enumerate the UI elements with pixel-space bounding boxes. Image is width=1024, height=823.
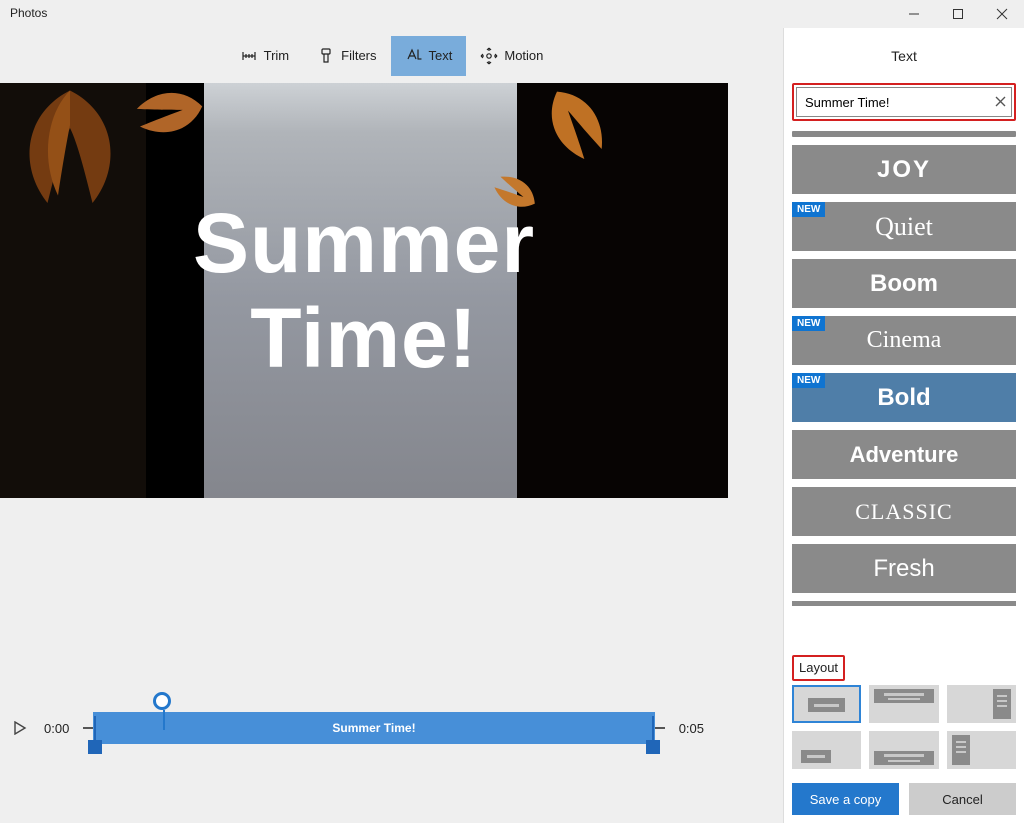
- time-end: 0:05: [679, 721, 704, 736]
- layout-option-bottom-wide[interactable]: [869, 731, 938, 769]
- clip-handle-right[interactable]: [646, 716, 660, 754]
- cancel-button[interactable]: Cancel: [909, 783, 1016, 815]
- trim-label: Trim: [264, 48, 290, 63]
- tool-toolbar: Trim Filters Text Motion: [0, 28, 783, 83]
- text-style-adventure[interactable]: Adventure: [792, 430, 1016, 479]
- style-label: Quiet: [875, 212, 933, 242]
- cancel-label: Cancel: [942, 792, 982, 807]
- layout-option-right-side[interactable]: [947, 685, 1016, 723]
- layout-option-center[interactable]: [792, 685, 861, 723]
- close-icon: [995, 96, 1006, 107]
- time-start: 0:00: [44, 721, 69, 736]
- filters-icon: [317, 47, 335, 65]
- style-list-more: [792, 601, 1016, 606]
- style-label: Fresh: [873, 555, 934, 583]
- text-label: Text: [429, 48, 453, 63]
- play-button[interactable]: [10, 718, 30, 738]
- text-button[interactable]: Text: [391, 36, 467, 76]
- layout-option-top-wide[interactable]: [869, 685, 938, 723]
- layout-label: Layout: [799, 660, 838, 675]
- clip-label: Summer Time!: [332, 721, 415, 735]
- layout-option-left-side[interactable]: [947, 731, 1016, 769]
- text-input-highlight: [792, 83, 1016, 121]
- text-style-boom[interactable]: Boom: [792, 259, 1016, 308]
- timeline-clip[interactable]: Summer Time!: [93, 712, 654, 744]
- text-style-cinema[interactable]: NEW Cinema: [792, 316, 1016, 365]
- style-label: JOY: [877, 156, 931, 184]
- clear-text-button[interactable]: [989, 95, 1011, 110]
- motion-label: Motion: [504, 48, 543, 63]
- new-badge: NEW: [792, 373, 825, 388]
- trim-button[interactable]: Trim: [226, 36, 304, 76]
- style-scrollbar-top[interactable]: [792, 131, 1016, 137]
- window-maximize-button[interactable]: [936, 0, 980, 28]
- style-label: Cinema: [867, 327, 942, 354]
- text-style-joy[interactable]: JOY: [792, 145, 1016, 194]
- save-copy-button[interactable]: Save a copy: [792, 783, 899, 815]
- timeline: 0:00 Summer Time! 0:: [0, 688, 728, 768]
- layout-option-bottom-left[interactable]: [792, 731, 861, 769]
- text-icon: [405, 47, 423, 65]
- window-close-button[interactable]: [980, 0, 1024, 28]
- play-icon: [13, 721, 27, 735]
- titlebar: Photos: [0, 0, 1024, 28]
- window-minimize-button[interactable]: [892, 0, 936, 28]
- motion-button[interactable]: Motion: [466, 36, 557, 76]
- text-input[interactable]: [797, 95, 989, 110]
- motion-icon: [480, 47, 498, 65]
- panel-title: Text: [784, 28, 1024, 83]
- text-style-bold[interactable]: NEW Bold: [792, 373, 1016, 422]
- timeline-track[interactable]: Summer Time!: [83, 708, 664, 748]
- filters-label: Filters: [341, 48, 376, 63]
- text-styles-list[interactable]: JOY NEW Quiet Boom NEW Cinema NEW Bold Adventure…: [792, 131, 1016, 637]
- layout-label-highlight: Layout: [792, 655, 845, 681]
- clip-handle-left[interactable]: [88, 716, 102, 754]
- style-label: CLASSIC: [855, 499, 952, 525]
- new-badge: NEW: [792, 202, 825, 217]
- trim-icon: [240, 47, 258, 65]
- preview-overlay-text: Summer Time!: [0, 83, 728, 498]
- new-badge: NEW: [792, 316, 825, 331]
- text-style-fresh[interactable]: Fresh: [792, 544, 1016, 593]
- style-label: Bold: [877, 384, 930, 412]
- style-label: Boom: [870, 270, 938, 298]
- save-copy-label: Save a copy: [810, 792, 882, 807]
- style-label: Adventure: [850, 442, 959, 468]
- filters-button[interactable]: Filters: [303, 36, 390, 76]
- text-style-classic[interactable]: CLASSIC: [792, 487, 1016, 536]
- text-style-quiet[interactable]: NEW Quiet: [792, 202, 1016, 251]
- app-title: Photos: [0, 0, 57, 26]
- text-panel: Text JOY NEW Quiet Boom NEW Cinema NEW Bold Adve…: [783, 28, 1024, 823]
- playhead[interactable]: [153, 692, 171, 710]
- video-preview[interactable]: Summer Time!: [0, 83, 728, 498]
